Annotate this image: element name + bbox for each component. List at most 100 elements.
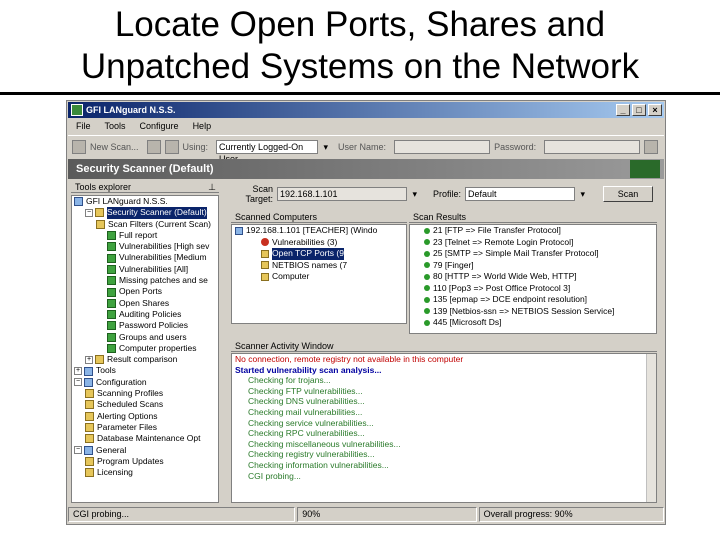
tree-item[interactable]: Database Maintenance Opt (72, 433, 218, 444)
open-port-item[interactable]: 21 [FTP => File Transfer Protocol] (410, 225, 656, 237)
open-port-item[interactable]: 135 [epmap => DCE endpoint resolution] (410, 294, 656, 306)
profile-select[interactable]: Default (465, 187, 585, 201)
scanned-computer-item[interactable]: Computer (232, 271, 406, 283)
scanned-computer-label: Open TCP Ports (9 (272, 248, 344, 260)
scanned-computers-header: Scanned Computers (231, 211, 407, 223)
open-port-item[interactable]: 23 [Telnet => Remote Login Protocol] (410, 237, 656, 249)
scan-target-label: Scan Target: (245, 184, 273, 204)
slide-title-line1: Locate Open Ports, Shares and (114, 5, 606, 44)
scanned-computer-label: Computer (272, 271, 310, 281)
username-label: User Name: (338, 141, 387, 152)
port-status-icon (424, 227, 430, 234)
tree-item[interactable]: Groups and users (72, 332, 218, 343)
open-port-label: 110 [Pop3 => Post Office Protocol 3] (433, 282, 571, 293)
check-icon (107, 310, 116, 320)
app-icon (71, 104, 83, 116)
tree-item-label: Licensing (97, 467, 133, 478)
password-field[interactable] (544, 139, 641, 154)
apply-credentials-icon[interactable] (644, 139, 659, 154)
menubar: File Tools Configure Help (68, 119, 664, 134)
statusbar: CGI probing... 90% Overall progress: 90% (68, 507, 664, 523)
port-status-icon (424, 273, 430, 280)
activity-scrollbar[interactable] (646, 354, 656, 502)
activity-line: Checking DNS vulnerabilities... (248, 396, 365, 407)
tree-item[interactable]: − General (72, 445, 218, 456)
tree-item[interactable]: Full report (72, 230, 218, 241)
scanned-computer-item[interactable]: Open TCP Ports (9 (232, 248, 406, 260)
expand-toggle-icon[interactable]: − (85, 208, 93, 217)
open-port-label: 79 [Finger] (433, 259, 474, 270)
using-select[interactable]: Currently Logged-On User (216, 139, 328, 164)
tree-item[interactable]: Vulnerabilities [High sev (72, 241, 218, 252)
tree-item[interactable]: Program Updates (72, 456, 218, 467)
tree-item[interactable]: Open Shares (72, 298, 218, 309)
pin-icon[interactable]: ⊥ (208, 181, 216, 193)
menu-help[interactable]: Help (193, 119, 212, 134)
activity-line: Checking FTP vulnerabilities... (248, 385, 363, 396)
maximize-button[interactable]: □ (632, 104, 646, 116)
scan-target-input[interactable]: 192.168.1.101 (277, 187, 417, 201)
scanner-icon (95, 208, 104, 218)
tree-item[interactable]: Password Policies (72, 320, 218, 331)
tree-item[interactable]: + Tools (72, 365, 218, 376)
save-icon[interactable] (146, 139, 161, 154)
open-port-item[interactable]: 25 [SMTP => Simple Mail Transfer Protoco… (410, 248, 656, 260)
menu-file[interactable]: File (76, 119, 91, 134)
tree-item[interactable]: − Configuration (72, 377, 218, 388)
update-icon (85, 456, 94, 466)
scan-results-header: Scan Results (409, 211, 657, 223)
tree-item[interactable]: − Security Scanner (Default) (72, 207, 218, 219)
expand-toggle-icon[interactable]: − (74, 378, 82, 387)
computer-icon (235, 226, 243, 235)
tree-item[interactable]: Licensing (72, 467, 218, 478)
print-icon[interactable] (164, 139, 179, 154)
tree-item[interactable]: GFI LANguard N.S.S. (72, 196, 218, 207)
tree-item[interactable]: Vulnerabilities [All] (72, 264, 218, 275)
tree-item-label: Open Shares (119, 297, 170, 308)
minimize-button[interactable]: _ (616, 104, 630, 116)
open-port-item[interactable]: 80 [HTTP => World Wide Web, HTTP] (410, 271, 656, 283)
open-port-item[interactable]: 79 [Finger] (410, 260, 656, 272)
expand-toggle-icon[interactable]: + (74, 367, 82, 376)
new-scan-icon[interactable] (72, 139, 86, 154)
status-overall-progress: Overall progress: 90% (478, 507, 664, 522)
open-port-label: 139 [Netbios-ssn => NETBIOS Session Serv… (433, 305, 615, 316)
activity-line: Checking information vulnerabilities... (248, 459, 389, 470)
activity-line: No connection, remote registry not avail… (235, 354, 464, 364)
scanned-computer-item[interactable]: 192.168.1.101 [TEACHER] (Windo (232, 225, 406, 237)
scanned-computer-label: 192.168.1.101 [TEACHER] (Windo (246, 225, 378, 235)
port-status-icon (424, 250, 430, 257)
filter-icon (96, 219, 105, 229)
tree-item[interactable]: Scanning Profiles (72, 388, 218, 399)
open-port-label: 21 [FTP => File Transfer Protocol] (433, 225, 561, 235)
menu-configure[interactable]: Configure (140, 119, 179, 134)
open-port-item[interactable]: 445 [Microsoft Ds] (410, 317, 656, 329)
tree-item-label: Computer properties (119, 342, 197, 353)
scanned-computer-item[interactable]: NETBIOS names (7 (232, 260, 406, 272)
tree-item[interactable]: Computer properties (72, 343, 218, 354)
close-button[interactable]: × (648, 104, 662, 116)
tree-item[interactable]: Scheduled Scans (72, 399, 218, 410)
tree-item-label: Configuration (96, 376, 147, 387)
tree-item[interactable]: Parameter Files (72, 422, 218, 433)
open-port-item[interactable]: 110 [Pop3 => Post Office Protocol 3] (410, 283, 656, 295)
tree-item[interactable]: Missing patches and se (72, 275, 218, 286)
tree-item[interactable]: Auditing Policies (72, 309, 218, 320)
expand-toggle-icon[interactable]: + (85, 355, 93, 364)
new-scan-button[interactable]: New Scan... (90, 142, 139, 152)
scan-button[interactable]: Scan (603, 186, 654, 202)
tree-item[interactable]: Open Ports (72, 286, 218, 297)
open-port-item[interactable]: 139 [Netbios-ssn => NETBIOS Session Serv… (410, 306, 656, 318)
tree-item[interactable]: Alerting Options (72, 411, 218, 422)
tree-item[interactable]: Vulnerabilities [Medium (72, 252, 218, 263)
expand-toggle-icon[interactable]: − (74, 446, 82, 455)
tree-item[interactable]: Scan Filters (Current Scan) (72, 219, 218, 230)
username-field[interactable] (394, 139, 491, 154)
menu-tools[interactable]: Tools (105, 119, 126, 134)
tree-item[interactable]: + Result comparison (72, 354, 218, 365)
scanned-computer-item[interactable]: Vulnerabilities (3) (232, 237, 406, 249)
check-icon (107, 298, 116, 308)
tree-item-label: Security Scanner (Default) (107, 207, 207, 219)
window-titlebar[interactable]: GFI LANguard N.S.S. _ □ × (68, 102, 664, 118)
tree-item-label: Vulnerabilities [Medium (119, 252, 207, 263)
